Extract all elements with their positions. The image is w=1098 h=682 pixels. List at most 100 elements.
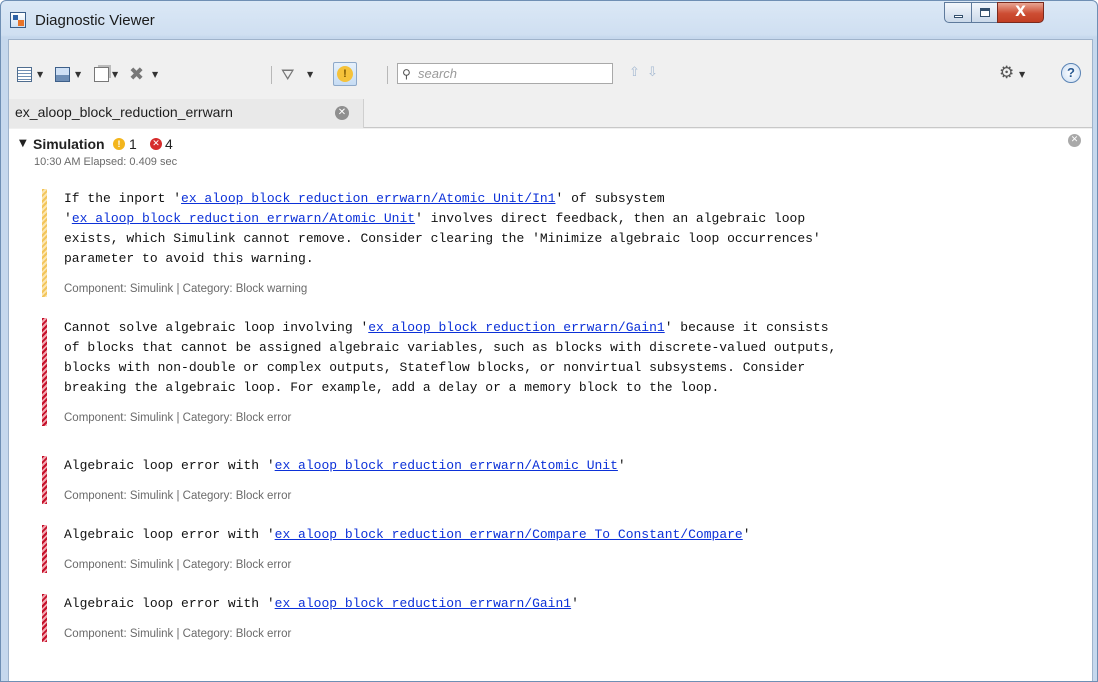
- error-count: 4: [165, 136, 173, 152]
- block-path-link[interactable]: ex_aloop_block_reduction_errwarn/Atomic …: [275, 458, 618, 473]
- diagnostic-viewer-window: Diagnostic Viewer X ▼ ▼ ▼ ✖ ▼ ⛛ ▼ ! ⚲ ⇧ …: [0, 0, 1098, 682]
- report-icon: [17, 67, 32, 82]
- message-meta: Component: Simulink | Category: Block wa…: [64, 283, 308, 295]
- message-line: 'ex_aloop_block_reduction_errwarn/Atomic…: [64, 209, 821, 229]
- error-message: Algebraic loop error with 'ex_aloop_bloc…: [42, 594, 1082, 652]
- error-message: Algebraic loop error with 'ex_aloop_bloc…: [42, 456, 1082, 514]
- filter-icon: ⛛: [281, 65, 295, 84]
- message-text: Algebraic loop error with 'ex_aloop_bloc…: [64, 594, 579, 614]
- maximize-icon: [980, 8, 990, 17]
- clear-button[interactable]: ✖: [129, 66, 144, 84]
- message-line: exists, which Simulink cannot remove. Co…: [64, 229, 821, 249]
- warning-message: If the inport 'ex_aloop_block_reduction_…: [42, 189, 1082, 307]
- message-text-segment: of blocks that cannot be assigned algebr…: [64, 340, 837, 355]
- clear-menu-caret-icon[interactable]: ▼: [152, 66, 158, 84]
- message-text-segment: Algebraic loop error with ': [64, 527, 275, 542]
- report-menu-caret-icon[interactable]: ▼: [37, 66, 43, 84]
- error-severity-bar: [42, 594, 47, 642]
- save-menu-caret-icon[interactable]: ▼: [75, 66, 81, 84]
- message-text-segment: ' involves direct feedback, then an alge…: [415, 211, 806, 226]
- warning-toggle-icon: !: [337, 66, 353, 82]
- message-text-segment: blocks with non-double or complex output…: [64, 360, 806, 375]
- close-icon: X: [1015, 4, 1026, 20]
- tab-strip: ex_aloop_block_reduction_errwarn ✕: [9, 99, 1092, 128]
- message-meta: Component: Simulink | Category: Block er…: [64, 490, 292, 502]
- tab-close-icon[interactable]: ✕: [335, 106, 349, 120]
- warning-count: 1: [129, 136, 137, 152]
- message-line: of blocks that cannot be assigned algebr…: [64, 338, 836, 358]
- message-text-segment: If the inport ': [64, 191, 182, 206]
- message-text-segment: parameter to avoid this warning.: [64, 251, 314, 266]
- section-close-icon[interactable]: ✕: [1068, 134, 1081, 147]
- toolbar-separator: [271, 66, 272, 84]
- filter-button[interactable]: ⛛: [281, 66, 294, 84]
- message-text-segment: ': [64, 211, 72, 226]
- next-arrow-icon[interactable]: ⇩: [647, 65, 658, 80]
- message-text-segment: ': [742, 527, 751, 542]
- collapse-triangle-icon[interactable]: ▼: [19, 135, 27, 153]
- timestamp: 10:30 AM Elapsed: 0.409 sec: [34, 156, 178, 168]
- block-path-link[interactable]: ex_aloop_block_reduction_errwarn/Gain1: [275, 596, 571, 611]
- maximize-button[interactable]: [971, 2, 998, 23]
- app-icon: [10, 12, 26, 28]
- message-text-segment: exists, which Simulink cannot remove. Co…: [64, 231, 821, 246]
- window-title: Diagnostic Viewer: [35, 12, 155, 29]
- error-message: Cannot solve algebraic loop involving 'e…: [42, 318, 1082, 436]
- message-line: Algebraic loop error with 'ex_aloop_bloc…: [64, 525, 751, 545]
- message-text-segment: breaking the algebraic loop. For example…: [64, 380, 720, 395]
- minimize-button[interactable]: [944, 2, 972, 23]
- copy-button[interactable]: [94, 66, 109, 84]
- gear-icon[interactable]: ⚙: [999, 64, 1014, 82]
- error-message: Algebraic loop error with 'ex_aloop_bloc…: [42, 525, 1082, 583]
- message-line: breaking the algebraic loop. For example…: [64, 378, 836, 398]
- message-text: Cannot solve algebraic loop involving 'e…: [64, 318, 836, 398]
- copy-icon: [94, 67, 109, 82]
- block-path-link[interactable]: ex_aloop_block_reduction_errwarn/Atomic …: [72, 211, 415, 226]
- error-severity-bar: [42, 525, 47, 573]
- warning-toggle-button[interactable]: !: [333, 62, 357, 86]
- message-meta: Component: Simulink | Category: Block er…: [64, 412, 292, 424]
- help-icon[interactable]: ?: [1061, 63, 1081, 83]
- search-box[interactable]: ⚲: [397, 63, 613, 84]
- message-text-segment: ' because it consists: [664, 320, 829, 335]
- error-severity-bar: [42, 456, 47, 504]
- message-text-segment: Algebraic loop error with ': [64, 596, 275, 611]
- message-text: If the inport 'ex_aloop_block_reduction_…: [64, 189, 821, 269]
- error-count-icon: ✕: [150, 138, 162, 150]
- block-path-link[interactable]: ex_aloop_block_reduction_errwarn/Gain1: [368, 320, 664, 335]
- message-text: Algebraic loop error with 'ex_aloop_bloc…: [64, 525, 751, 545]
- report-button[interactable]: [17, 66, 32, 84]
- copy-menu-caret-icon[interactable]: ▼: [112, 66, 118, 84]
- block-path-link[interactable]: ex_aloop_block_reduction_errwarn/Compare…: [275, 527, 743, 542]
- message-meta: Component: Simulink | Category: Block er…: [64, 559, 292, 571]
- message-text-segment: Cannot solve algebraic loop involving ': [64, 320, 369, 335]
- clear-icon: ✖: [129, 64, 145, 85]
- tab-label: ex_aloop_block_reduction_errwarn: [15, 104, 233, 120]
- diagnostics-pane: ▼ Simulation ! 1 ✕ 4 10:30 AM Elapsed: 0…: [9, 129, 1092, 681]
- tab-model[interactable]: ex_aloop_block_reduction_errwarn ✕: [9, 99, 364, 128]
- warning-severity-bar: [42, 189, 47, 297]
- minimize-icon: [954, 15, 963, 18]
- message-line: Algebraic loop error with 'ex_aloop_bloc…: [64, 594, 579, 614]
- message-line: Algebraic loop error with 'ex_aloop_bloc…: [64, 456, 626, 476]
- message-text-segment: ' of subsystem: [555, 191, 665, 206]
- filter-menu-caret-icon[interactable]: ▼: [307, 66, 313, 84]
- settings-menu-caret-icon[interactable]: ▼: [1019, 66, 1025, 84]
- error-severity-bar: [42, 318, 47, 426]
- toolbar: ▼ ▼ ▼ ✖ ▼ ⛛ ▼ ! ⚲ ⇧ ⇩ ⚙ ▼ ?: [9, 40, 1092, 99]
- message-text-segment: ': [571, 596, 579, 611]
- message-line: If the inport 'ex_aloop_block_reduction_…: [64, 189, 821, 209]
- previous-arrow-icon[interactable]: ⇧: [629, 65, 640, 80]
- message-line: parameter to avoid this warning.: [64, 249, 821, 269]
- block-path-link[interactable]: ex_aloop_block_reduction_errwarn/Atomic …: [181, 191, 555, 206]
- client-area: ▼ ▼ ▼ ✖ ▼ ⛛ ▼ ! ⚲ ⇧ ⇩ ⚙ ▼ ? ex_aloop_blo…: [8, 39, 1093, 681]
- warning-count-icon: !: [113, 138, 125, 150]
- save-button[interactable]: [55, 66, 70, 84]
- message-line: Cannot solve algebraic loop involving 'e…: [64, 318, 836, 338]
- search-input[interactable]: [418, 65, 608, 82]
- message-line: blocks with non-double or complex output…: [64, 358, 836, 378]
- save-icon: [55, 67, 70, 82]
- close-button[interactable]: X: [997, 2, 1044, 23]
- message-text-segment: ': [617, 458, 626, 473]
- title-bar[interactable]: Diagnostic Viewer X: [1, 1, 1097, 39]
